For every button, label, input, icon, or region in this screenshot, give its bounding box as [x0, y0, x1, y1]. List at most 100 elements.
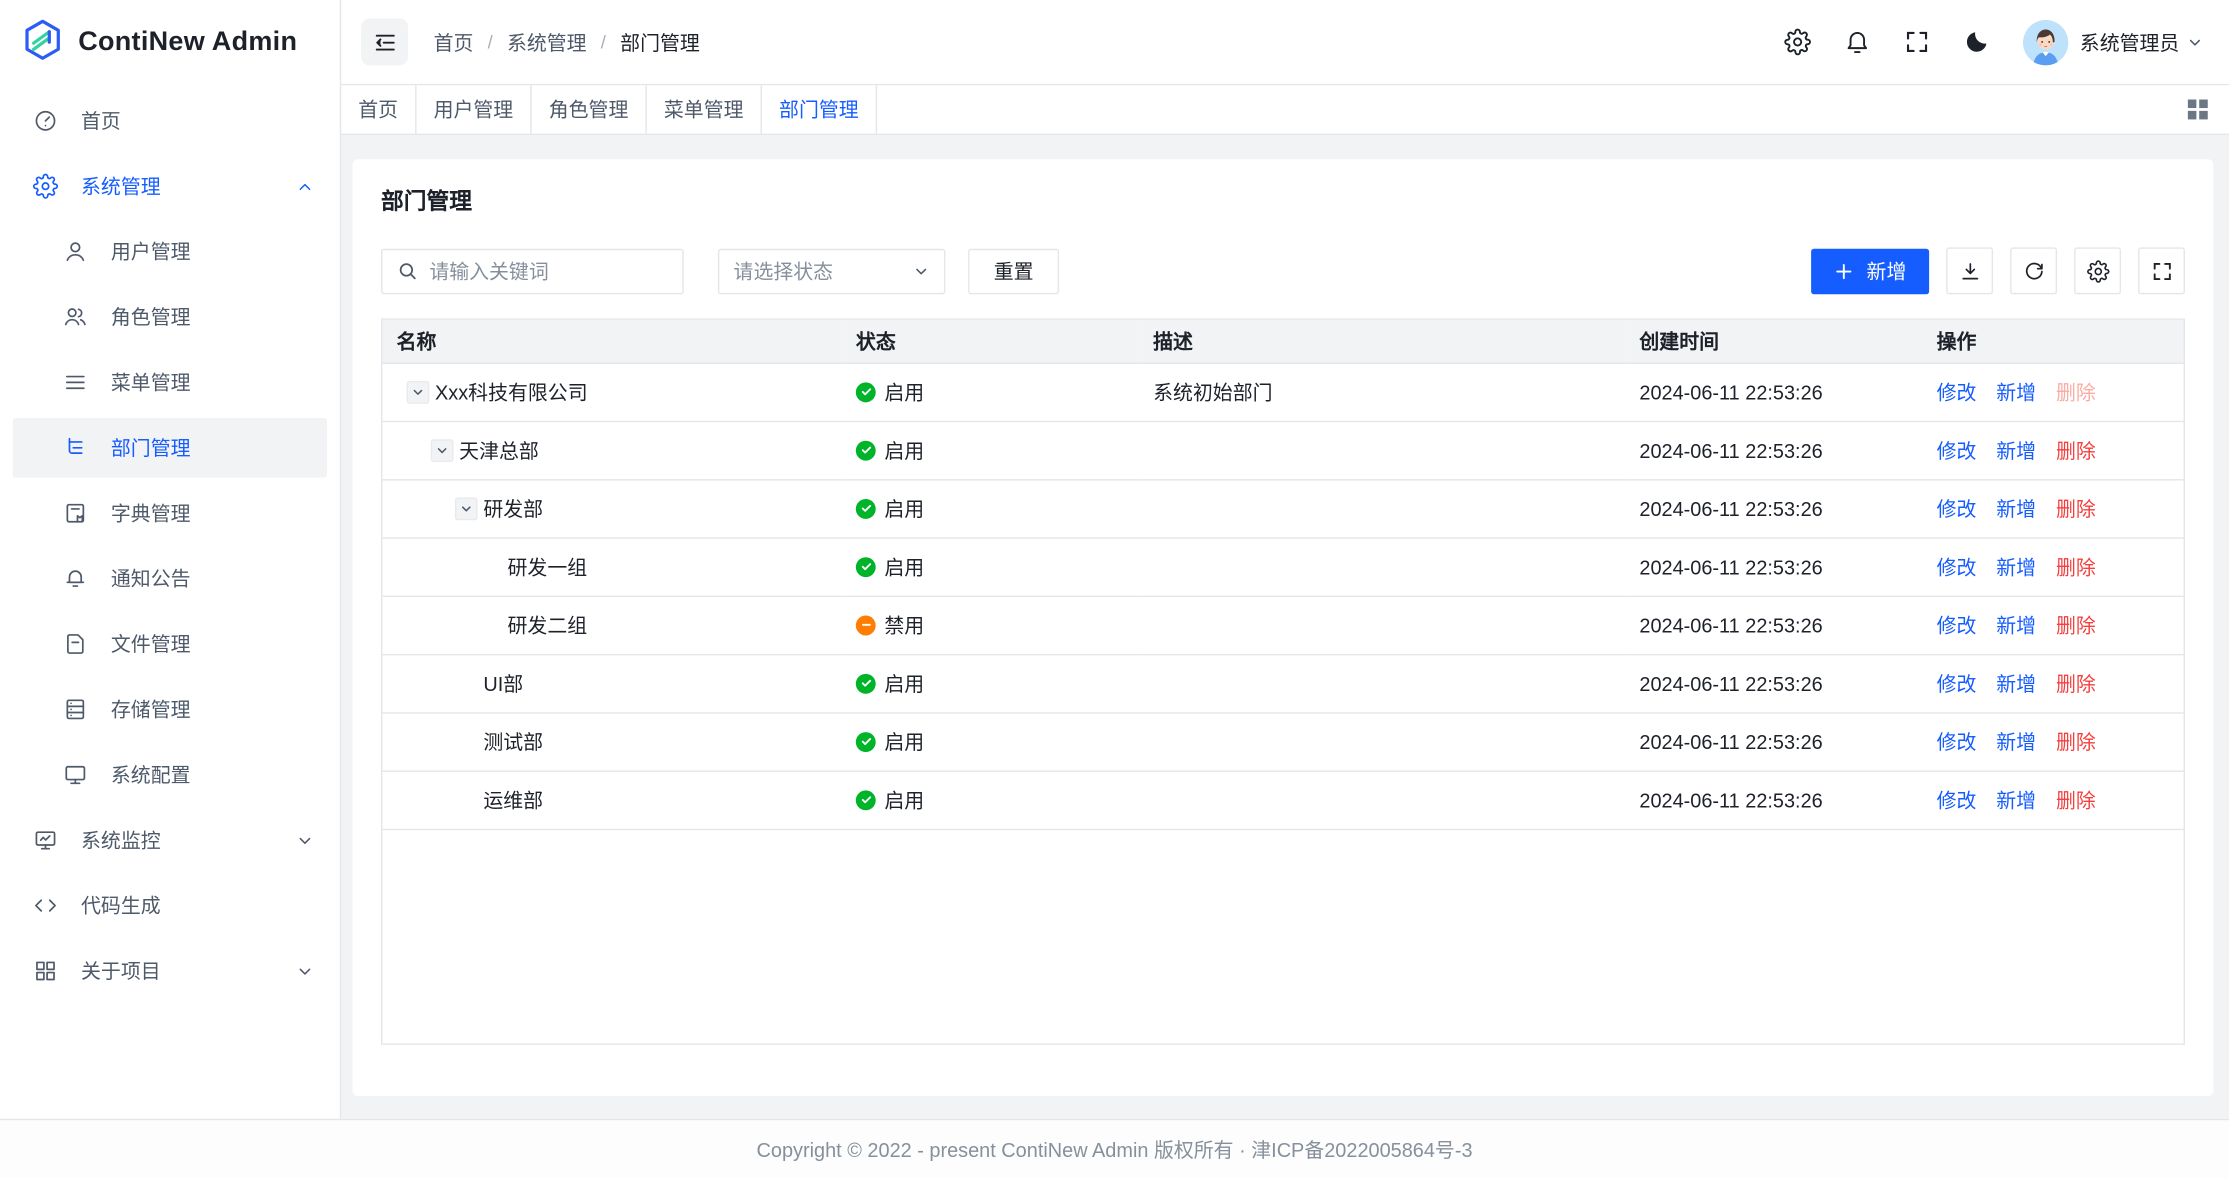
- tab-菜单管理[interactable]: 菜单管理: [647, 85, 762, 133]
- sidebar-item-系统管理[interactable]: 系统管理: [0, 156, 340, 216]
- user-menu[interactable]: 系统管理员: [2023, 19, 2204, 64]
- sidebar-item-存储管理[interactable]: 存储管理: [0, 680, 340, 740]
- tree-icon: [63, 435, 89, 461]
- edit-link[interactable]: 修改: [1937, 788, 1977, 811]
- dept-name-cell: 研发一组: [397, 552, 828, 580]
- add-child-link[interactable]: 新增: [1996, 613, 2036, 636]
- breadcrumb: 首页/系统管理/部门管理: [434, 28, 700, 56]
- tab-用户管理[interactable]: 用户管理: [417, 85, 532, 133]
- page-content: 部门管理 请选择状态 重置: [341, 135, 2229, 1119]
- sidebar-item-角色管理[interactable]: 角色管理: [0, 287, 340, 347]
- dept-name: 研发一组: [508, 552, 588, 580]
- sidebar-menu: 首页系统管理用户管理角色管理菜单管理部门管理字典管理通知公告文件管理存储管理系统…: [0, 85, 340, 1001]
- delete-link[interactable]: 删除: [2056, 497, 2096, 520]
- chevron-down-icon: [296, 831, 314, 849]
- add-child-link[interactable]: 新增: [1996, 672, 2036, 695]
- delete-link[interactable]: 删除: [2056, 613, 2096, 636]
- tab-角色管理[interactable]: 角色管理: [532, 85, 647, 133]
- tab-首页[interactable]: 首页: [341, 85, 416, 133]
- dept-name: 运维部: [483, 785, 543, 813]
- edit-link[interactable]: 修改: [1937, 730, 1977, 753]
- breadcrumb-item[interactable]: 系统管理: [507, 28, 587, 56]
- status-enabled-icon: [856, 440, 876, 460]
- tab-grid-icon[interactable]: [2186, 85, 2229, 133]
- tree-collapse-icon[interactable]: [455, 497, 478, 520]
- edit-link[interactable]: 修改: [1937, 380, 1977, 403]
- table-row: UI部启用2024-06-11 22:53:26修改新增删除: [382, 654, 2183, 712]
- add-child-link[interactable]: 新增: [1996, 439, 2036, 462]
- delete-link[interactable]: 删除: [2056, 439, 2096, 462]
- sidebar-item-系统配置[interactable]: 系统配置: [0, 745, 340, 805]
- add-child-link[interactable]: 新增: [1996, 497, 2036, 520]
- status-enabled-icon: [856, 673, 876, 693]
- edit-link[interactable]: 修改: [1937, 613, 1977, 636]
- status-enabled-icon: [856, 731, 876, 751]
- reset-button[interactable]: 重置: [968, 248, 1059, 293]
- add-child-link[interactable]: 新增: [1996, 730, 2036, 753]
- sidebar-item-用户管理[interactable]: 用户管理: [0, 222, 340, 282]
- delete-link[interactable]: 删除: [2056, 380, 2096, 403]
- menu-fold-icon[interactable]: [361, 18, 408, 65]
- add-child-link[interactable]: 新增: [1996, 380, 2036, 403]
- dept-name: 研发二组: [508, 611, 588, 639]
- table-fullscreen-icon[interactable]: [2138, 247, 2185, 294]
- dept-name-cell: 研发部: [397, 494, 828, 522]
- main-column: 首页/系统管理/部门管理: [341, 0, 2229, 1119]
- user-name: 系统管理员: [2080, 28, 2180, 56]
- created-time: 2024-06-11 22:53:26: [1639, 439, 1822, 462]
- add-child-link[interactable]: 新增: [1996, 788, 2036, 811]
- plus-icon: [1834, 261, 1854, 281]
- keyword-search-input[interactable]: [429, 259, 668, 282]
- status-disabled-icon: [856, 615, 876, 635]
- header-actions: 系统管理员: [1784, 19, 2203, 64]
- tab-bar: 首页用户管理角色管理菜单管理部门管理: [341, 85, 2229, 135]
- delete-link[interactable]: 删除: [2056, 788, 2096, 811]
- sidebar-item-关于项目[interactable]: 关于项目: [0, 941, 340, 1001]
- chevron-down-icon: [913, 262, 930, 279]
- breadcrumb-item[interactable]: 首页: [434, 28, 474, 56]
- dept-name-cell: 测试部: [397, 727, 828, 755]
- edit-link[interactable]: 修改: [1937, 439, 1977, 462]
- created-time: 2024-06-11 22:53:26: [1639, 497, 1822, 520]
- settings-icon[interactable]: [1784, 28, 1811, 55]
- sidebar-item-通知公告[interactable]: 通知公告: [0, 549, 340, 609]
- delete-link[interactable]: 删除: [2056, 730, 2096, 753]
- status-select[interactable]: 请选择状态: [718, 248, 945, 293]
- delete-link[interactable]: 删除: [2056, 555, 2096, 578]
- created-time: 2024-06-11 22:53:26: [1639, 788, 1822, 811]
- sidebar-item-系统监控[interactable]: 系统监控: [0, 810, 340, 870]
- page-title: 部门管理: [381, 182, 2185, 216]
- edit-link[interactable]: 修改: [1937, 555, 1977, 578]
- tab-部门管理[interactable]: 部门管理: [762, 85, 877, 133]
- sidebar-item-文件管理[interactable]: 文件管理: [0, 614, 340, 674]
- fullscreen-icon[interactable]: [1904, 28, 1931, 55]
- download-icon[interactable]: [1946, 247, 1993, 294]
- table-row: 天津总部启用2024-06-11 22:53:26修改新增删除: [382, 421, 2183, 479]
- sidebar-item-首页[interactable]: 首页: [0, 91, 340, 151]
- app-root: ContiNew Admin 首页系统管理用户管理角色管理菜单管理部门管理字典管…: [0, 0, 2229, 1179]
- dept-name-cell: UI部: [397, 669, 828, 697]
- sidebar-item-菜单管理[interactable]: 菜单管理: [0, 353, 340, 413]
- avatar: [2023, 19, 2068, 64]
- user-icon: [63, 239, 89, 265]
- refresh-icon[interactable]: [2010, 247, 2057, 294]
- sidebar-item-部门管理[interactable]: 部门管理: [13, 418, 327, 478]
- add-child-link[interactable]: 新增: [1996, 555, 2036, 578]
- column-header-状态: 状态: [842, 320, 1139, 363]
- keyword-search-box: [381, 248, 684, 293]
- dark-mode-moon-icon[interactable]: [1963, 28, 1990, 55]
- sidebar-item-代码生成[interactable]: 代码生成: [0, 876, 340, 936]
- edit-link[interactable]: 修改: [1937, 497, 1977, 520]
- chevron-down-icon: [2186, 33, 2203, 50]
- add-button[interactable]: 新增: [1811, 248, 1929, 293]
- table-row: 运维部启用2024-06-11 22:53:26修改新增删除: [382, 771, 2183, 829]
- delete-link[interactable]: 删除: [2056, 672, 2096, 695]
- sidebar-item-字典管理[interactable]: 字典管理: [0, 483, 340, 543]
- breadcrumb-item[interactable]: 部门管理: [620, 28, 700, 56]
- tree-collapse-icon[interactable]: [407, 380, 430, 403]
- notifications-bell-icon[interactable]: [1844, 28, 1871, 55]
- table-settings-gear-icon[interactable]: [2074, 247, 2121, 294]
- app-logo[interactable]: ContiNew Admin: [0, 0, 340, 85]
- tree-collapse-icon[interactable]: [431, 439, 454, 462]
- edit-link[interactable]: 修改: [1937, 672, 1977, 695]
